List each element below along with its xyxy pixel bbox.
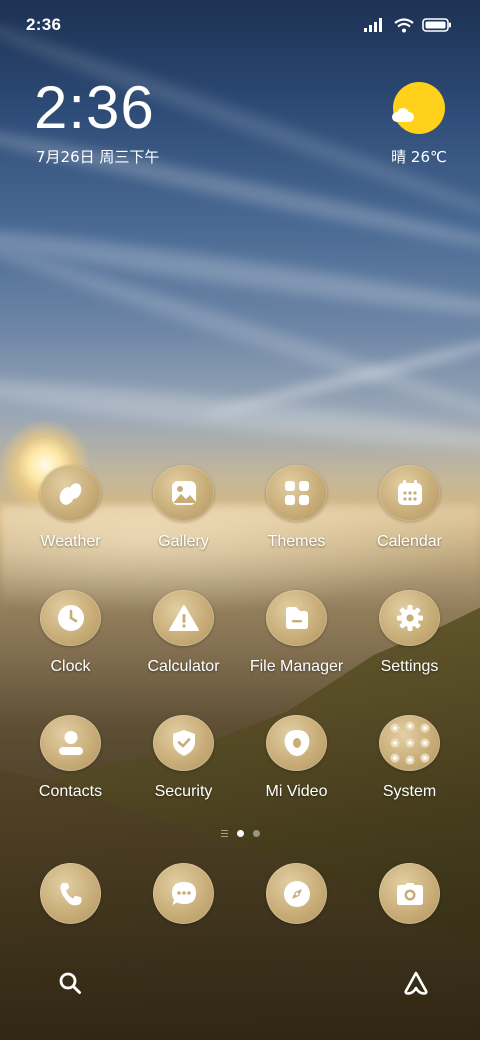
folder-grid-icon [379, 715, 440, 771]
calendar-icon [379, 465, 440, 521]
app-label: Calendar [377, 533, 442, 550]
page-indicator[interactable] [0, 830, 480, 837]
sun-cloud-icon [392, 82, 445, 134]
app-label: Themes [267, 533, 326, 550]
app-label: Gallery [158, 533, 209, 550]
status-time: 2:36 [26, 15, 62, 34]
clock-icon [40, 590, 101, 646]
app-label: Clock [50, 658, 91, 675]
page-dot-active [236, 830, 244, 837]
messages-icon [153, 863, 214, 924]
dock-phone[interactable] [14, 863, 127, 925]
camera-icon [379, 863, 440, 924]
dock-messages[interactable] [127, 863, 240, 925]
page-dot [252, 830, 260, 837]
gear-icon [379, 590, 440, 646]
app-label: Security [154, 783, 213, 800]
app-contacts[interactable]: Contacts [14, 715, 127, 801]
clock-widget-time[interactable]: 2:36 [34, 78, 155, 138]
app-calculator[interactable]: Calculator [127, 590, 240, 676]
app-label: Settings [380, 658, 439, 675]
bottom-bar [0, 955, 480, 1011]
app-label: File Manager [249, 658, 344, 675]
status-bar: 2:36 [0, 0, 480, 50]
dock [14, 863, 466, 925]
dock-browser[interactable] [240, 863, 353, 925]
app-mi-video[interactable]: Mi Video [240, 715, 353, 801]
app-label: Contacts [38, 783, 103, 800]
dock-camera[interactable] [353, 863, 466, 925]
gallery-icon [153, 465, 214, 521]
warning-icon [153, 590, 214, 646]
cloud-icon [392, 108, 414, 122]
weather-widget[interactable]: 晴 26℃ [385, 82, 455, 167]
folder-icon [266, 590, 327, 646]
signal-icon [364, 18, 382, 32]
app-themes[interactable]: Themes [240, 465, 353, 551]
wifi-icon [394, 17, 414, 32]
app-label: Mi Video [265, 783, 328, 800]
app-system-folder[interactable]: System [353, 715, 466, 801]
page-indicator-lines [220, 830, 228, 837]
video-icon [266, 715, 327, 771]
app-weather[interactable]: Weather [14, 465, 127, 551]
app-settings[interactable]: Settings [353, 590, 466, 676]
app-label: Weather [40, 533, 101, 550]
app-label: System [382, 783, 437, 800]
app-label: Calculator [147, 658, 220, 675]
clock-widget-date: 7月26日 周三下午 [36, 148, 160, 166]
phone-icon [40, 863, 101, 924]
contacts-icon [40, 715, 101, 771]
assistant-icon[interactable] [402, 970, 430, 996]
themes-icon [266, 465, 327, 521]
app-gallery[interactable]: Gallery [127, 465, 240, 551]
app-grid: Weather Gallery Themes Calendar Clock Ca… [14, 465, 466, 801]
browser-compass-icon [266, 863, 327, 924]
shield-icon [153, 715, 214, 771]
status-icons [364, 17, 452, 33]
app-calendar[interactable]: Calendar [353, 465, 466, 551]
battery-icon [422, 18, 451, 32]
app-clock[interactable]: Clock [14, 590, 127, 676]
search-icon[interactable] [58, 971, 82, 995]
weather-icon [40, 465, 101, 521]
app-security[interactable]: Security [127, 715, 240, 801]
weather-text: 晴 26℃ [391, 148, 447, 166]
app-file-manager[interactable]: File Manager [240, 590, 353, 676]
